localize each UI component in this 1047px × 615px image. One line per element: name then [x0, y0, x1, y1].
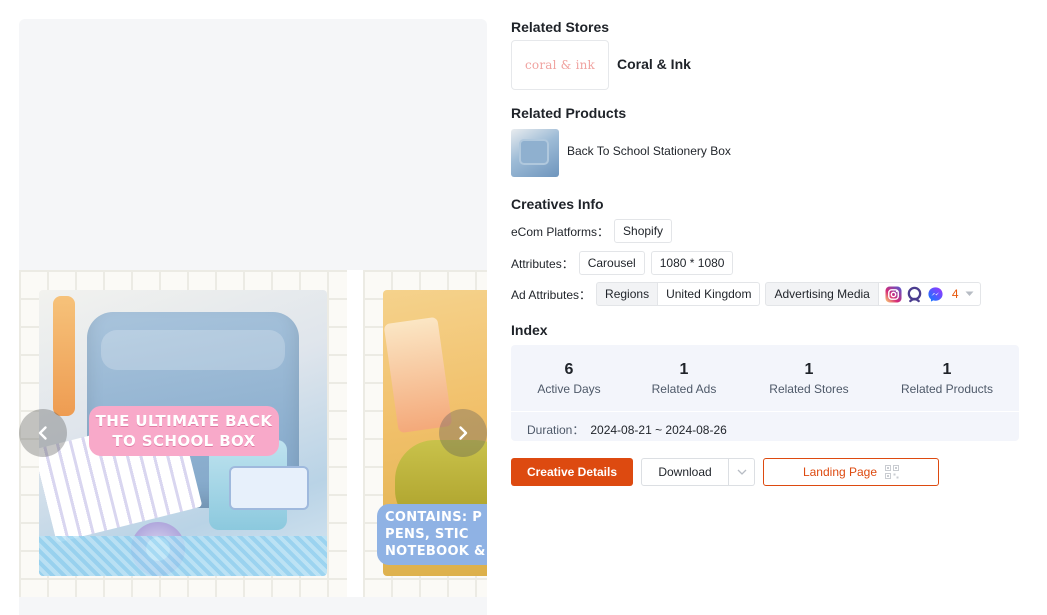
related-stores-title: Related Stores — [511, 19, 610, 35]
instagram-icon — [885, 285, 902, 303]
ecom-platform-tag: Shopify — [614, 219, 673, 243]
stat-value: 1 — [679, 361, 689, 378]
download-split-button: Download — [641, 458, 755, 486]
ad-attributes-label: Ad Attributes： — [511, 287, 592, 302]
stat-label: Related Products — [900, 382, 994, 396]
duration-label: Duration： — [527, 423, 585, 437]
carousel-next-button[interactable] — [439, 409, 487, 457]
attributes-label: Attributes： — [511, 256, 574, 271]
creatives-info-title: Creatives Info — [511, 196, 604, 212]
carousel-prev-button[interactable] — [19, 409, 67, 457]
slide-1-banner-text: THE ULTIMATE BACK TO SCHOOL BOX — [89, 406, 279, 456]
media-placeholder-top — [19, 19, 487, 270]
action-bar: Creative Details Download Landing Page — [511, 458, 939, 486]
advertising-media-more-count: 4 — [951, 287, 959, 301]
stat-value: 6 — [564, 361, 574, 378]
advertising-media-label-tag: Advertising Media — [765, 282, 879, 306]
index-stats-panel: 6 Active Days 1 Related Ads 1 Related St… — [511, 345, 1019, 441]
index-divider — [511, 411, 1019, 412]
ecom-platforms-row: eCom Platforms： Shopify — [511, 219, 678, 243]
stat-active-days: 6 Active Days — [537, 361, 601, 396]
chevron-left-icon — [38, 426, 47, 440]
regions-label-tag: Regions — [596, 282, 659, 306]
store-logo-card[interactable]: coral & ink — [511, 40, 609, 90]
stat-related-stores[interactable]: 1 Related Stores — [765, 361, 853, 396]
duration-value: 2024-08-21 ~ 2024-08-26 — [590, 423, 727, 437]
ad-attributes-row: Ad Attributes： Regions United Kingdom Ad… — [511, 282, 981, 306]
audience-network-icon — [907, 286, 922, 302]
duration-row: Duration： 2024-08-21 ~ 2024-08-26 — [527, 421, 727, 438]
ecom-platforms-label: eCom Platforms： — [511, 224, 610, 239]
advertising-media-dropdown[interactable]: 4 — [878, 282, 981, 306]
messenger-icon — [928, 286, 943, 302]
landing-page-button[interactable]: Landing Page — [763, 458, 939, 486]
product-name-link[interactable]: Back To School Stationery Box — [567, 144, 731, 158]
stat-label: Related Stores — [769, 382, 849, 396]
caret-down-icon — [965, 291, 974, 296]
media-placeholder-bottom — [19, 597, 487, 615]
attributes-row: Attributes： Carousel 1080 * 1080 — [511, 251, 739, 275]
slide-1-image: THE ULTIMATE BACK TO SCHOOL BOX — [39, 290, 327, 576]
qr-code-icon — [885, 465, 900, 479]
download-options-button[interactable] — [729, 458, 755, 486]
stat-label: Related Ads — [651, 382, 717, 396]
regions-value-tag: United Kingdom — [658, 282, 761, 306]
download-button[interactable]: Download — [641, 458, 729, 486]
creative-media-viewer: THE ULTIMATE BACK TO SCHOOL BOX CONTAINS… — [19, 19, 487, 615]
attribute-tag-format: Carousel — [578, 251, 645, 275]
slide-2-banner-text: CONTAINS: P PENS, STIC NOTEBOOK & S — [377, 504, 487, 565]
chevron-down-icon — [737, 469, 746, 475]
related-products-title: Related Products — [511, 105, 627, 121]
landing-page-label: Landing Page — [802, 465, 878, 479]
store-name-link[interactable]: Coral & Ink — [617, 56, 691, 72]
index-title: Index — [511, 322, 548, 338]
carousel-slide-1[interactable]: THE ULTIMATE BACK TO SCHOOL BOX — [19, 270, 347, 597]
stat-related-products[interactable]: 1 Related Products — [897, 361, 997, 396]
stat-related-ads[interactable]: 1 Related Ads — [649, 361, 719, 396]
stat-label: Active Days — [537, 382, 601, 396]
creative-details-button[interactable]: Creative Details — [511, 458, 633, 486]
attribute-tag-size: 1080 * 1080 — [650, 251, 734, 275]
stat-value: 1 — [942, 361, 952, 378]
store-logo: coral & ink — [524, 58, 596, 72]
product-thumbnail[interactable] — [511, 129, 559, 177]
stat-value: 1 — [804, 361, 814, 378]
chevron-right-icon — [459, 426, 468, 440]
